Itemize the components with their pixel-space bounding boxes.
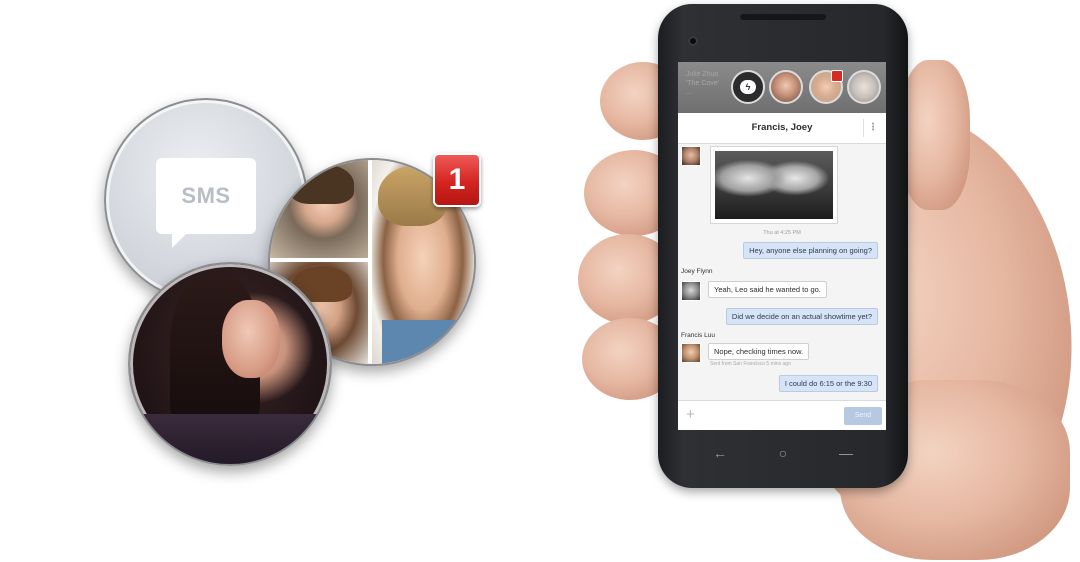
notification-badge: 1 xyxy=(433,153,481,207)
chathead-contact-1[interactable] xyxy=(769,70,803,104)
messenger-icon: ϟ xyxy=(740,80,756,94)
chat-heads-bar: Julie Zhuo 'The Cove' ... ϟ xyxy=(678,62,886,113)
send-button[interactable]: Send xyxy=(844,407,882,425)
message-bubble-outgoing[interactable]: Hey, anyone else planning on going? xyxy=(743,242,878,259)
home-key-icon[interactable]: ○ xyxy=(773,445,793,461)
sms-label: SMS xyxy=(181,183,231,208)
message-bubble-outgoing[interactable]: Did we decide on an actual showtime yet? xyxy=(725,308,878,325)
header-divider xyxy=(863,119,864,137)
contact-photo-bubble xyxy=(128,262,332,466)
smartphone: Julie Zhuo 'The Cove' ... ϟ Francis, Joe… xyxy=(658,4,908,488)
sms-icon: SMS xyxy=(156,158,256,234)
chathead-unread-badge xyxy=(831,70,843,82)
message-timestamp: Thu at 4:25 PM xyxy=(763,230,801,236)
conversation-header: Francis, Joey ⋮ xyxy=(678,113,886,144)
chathead-group[interactable] xyxy=(847,70,881,104)
message-bubble-incoming[interactable]: Nope, checking times now. xyxy=(708,343,810,360)
conversation-title: Francis, Joey xyxy=(751,122,813,133)
sender-avatar-francis[interactable] xyxy=(681,343,701,363)
sender-name: Joey Flynn xyxy=(681,268,713,275)
recents-key-icon[interactable]: — xyxy=(836,445,856,461)
messenger-chathead[interactable]: ϟ xyxy=(731,70,765,104)
sender-avatar[interactable] xyxy=(681,146,701,166)
sender-name: Francis Luu xyxy=(681,332,715,339)
phone-speaker xyxy=(740,14,826,20)
friend-photo-woman-glasses xyxy=(270,160,368,258)
add-attachment-icon[interactable]: + xyxy=(686,406,695,424)
back-key-icon[interactable]: ← xyxy=(710,445,730,461)
photo-face xyxy=(222,300,280,378)
sent-location-note: Sent from San Francisco 5 mins ago xyxy=(710,361,791,367)
overflow-menu-icon[interactable]: ⋮ xyxy=(868,113,878,143)
message-composer: + Send xyxy=(678,400,886,430)
shared-photo xyxy=(715,151,833,219)
message-bubble-incoming[interactable]: Yeah, Leo said he wanted to go. xyxy=(708,281,827,298)
phone-screen: Julie Zhuo 'The Cove' ... ϟ Francis, Joe… xyxy=(678,62,886,430)
photo-shirt xyxy=(130,414,330,464)
background-text: Julie Zhuo 'The Cove' ... xyxy=(686,71,720,96)
sender-avatar-joey[interactable] xyxy=(681,281,701,301)
front-camera xyxy=(688,36,698,46)
photo-message[interactable] xyxy=(710,146,838,224)
message-bubble-outgoing[interactable]: I could do 6:15 or the 9:30 xyxy=(778,375,878,392)
sms-bubble-tail xyxy=(172,232,188,248)
